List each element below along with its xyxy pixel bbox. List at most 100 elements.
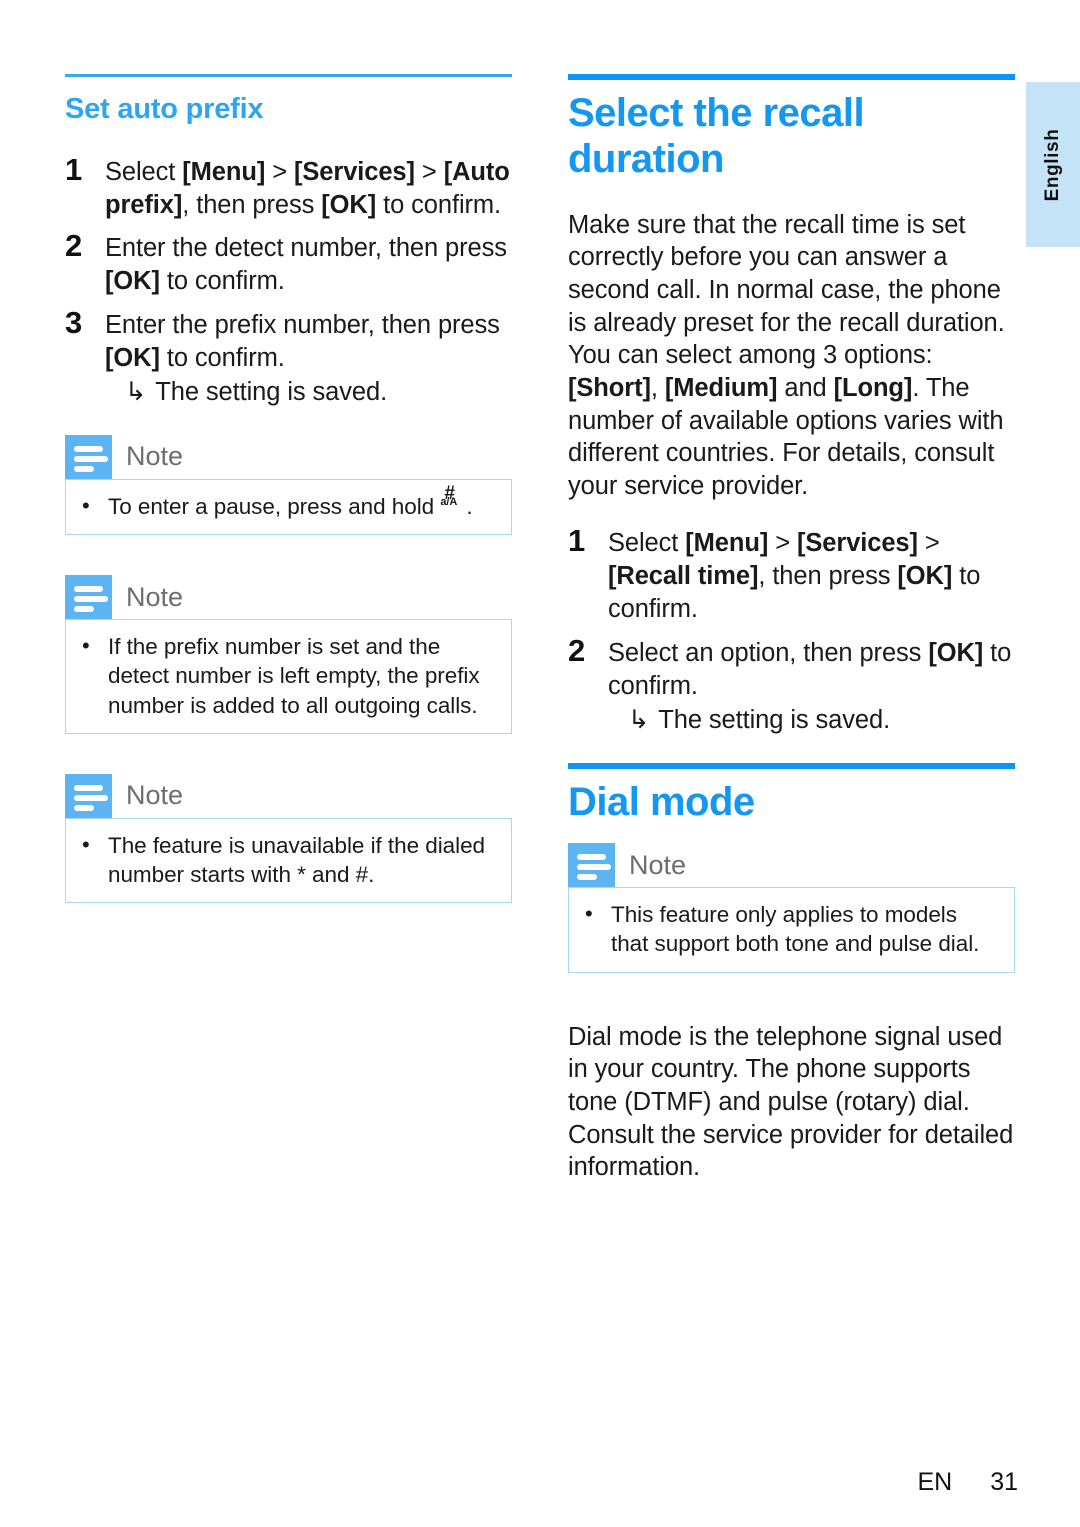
step-part-bold: [OK] — [321, 190, 377, 219]
step-part: > — [265, 157, 294, 186]
step-number: 1 — [568, 523, 586, 559]
note-item: • The feature is unavailable if the dial… — [82, 831, 495, 890]
step-item: 1 Select [Menu] > [Services] > [Auto pre… — [65, 151, 512, 222]
page-footer: EN 31 — [0, 1468, 1080, 1497]
case-toggle-label: a/A — [440, 495, 458, 508]
note-text: The feature is unavailable if the dialed… — [108, 832, 485, 888]
step-text: Select [Menu] > [Services] > [Recall tim… — [608, 524, 1015, 626]
note-item: • To enter a pause, press and hold # a/A. — [82, 484, 495, 521]
para-part-bold: [Long] — [833, 373, 913, 402]
note-body: • The feature is unavailable if the dial… — [65, 817, 512, 904]
note-title: Note — [126, 780, 184, 811]
step-number: 2 — [65, 228, 83, 264]
footer-page-number: 31 — [990, 1468, 1018, 1496]
note-header: Note — [65, 434, 512, 479]
step-part-bold: [Services] — [797, 529, 918, 558]
step-text: Enter the detect number, then press [OK]… — [105, 229, 512, 298]
para-part-bold: [Short] — [568, 373, 651, 402]
note-icon-bar — [74, 586, 103, 593]
para-part: and — [777, 373, 834, 402]
step-part: > — [768, 529, 797, 558]
language-side-tab: English — [1026, 82, 1080, 247]
note-text: To enter a pause, press and hold # a/A. — [108, 484, 495, 521]
note-body: • If the prefix number is set and the de… — [65, 619, 512, 734]
note-body: • To enter a pause, press and hold # a/A. — [65, 478, 512, 536]
para-part-bold: [Medium] — [664, 373, 778, 402]
note-icon-bar — [74, 794, 108, 801]
subheading-set-auto-prefix: Set auto prefix — [65, 93, 264, 125]
note-body: • This feature only applies to models th… — [568, 887, 1015, 973]
para-part: , — [650, 373, 665, 402]
step-number: 1 — [65, 151, 83, 187]
document-page: English Set auto prefix 1 Select [Menu] … — [0, 0, 1080, 1527]
step-part: Select — [608, 529, 686, 558]
note-box: Note • To enter a pause, press and hold … — [65, 434, 512, 536]
step-part: Select an option, then press — [608, 639, 929, 668]
step-part-bold: [OK] — [928, 639, 984, 668]
note-icon-bar — [74, 804, 94, 811]
step-item: 2 Enter the detect number, then press [O… — [65, 229, 512, 298]
step-part-bold: [Recall time] — [608, 562, 759, 591]
note-icon-bar — [74, 606, 94, 613]
note-icon-bar — [74, 784, 103, 791]
heading-select-the-recall-duration: Select the recall duration — [568, 91, 865, 182]
step-part: Select — [105, 157, 183, 186]
note-title: Note — [629, 849, 687, 880]
section-rule — [568, 762, 1015, 769]
note-icon-bar — [577, 854, 606, 861]
subsection-rule — [65, 74, 512, 77]
step-part: Enter the detect number, then press — [105, 234, 507, 263]
step-part: Enter the prefix number, then press — [105, 311, 500, 340]
section-rule — [568, 74, 1015, 80]
left-steps-list: 1 Select [Menu] > [Services] > [Auto pre… — [65, 151, 512, 409]
step-number: 3 — [65, 305, 83, 341]
language-tab-label: English — [1042, 128, 1063, 201]
note-title: Note — [126, 581, 184, 612]
step-part: > — [917, 529, 940, 558]
note-header: Note — [65, 575, 512, 620]
note-icon-bar — [74, 455, 108, 462]
step-part: to confirm. — [376, 190, 502, 219]
note-icon-bar — [577, 874, 597, 881]
note-icon — [65, 434, 112, 479]
step-part-bold: [OK] — [105, 344, 160, 373]
step-part-bold: [Menu] — [182, 157, 266, 186]
note-icon-bar — [74, 445, 103, 452]
step-part: to confirm. — [159, 267, 285, 296]
note-icon — [568, 843, 615, 888]
note-header: Note — [65, 773, 512, 818]
note-icon-bar — [577, 864, 611, 871]
note-icon — [65, 773, 112, 818]
footer-language-code: EN — [917, 1468, 953, 1496]
bullet-icon: • — [585, 901, 593, 927]
left-column: Set auto prefix 1 Select [Menu] > [Servi… — [65, 74, 512, 943]
recall-duration-paragraph: Make sure that the recall time is set co… — [568, 209, 1015, 503]
result-arrow-icon: ↳ — [628, 705, 650, 734]
result-text: The setting is saved. — [155, 377, 388, 406]
hash-key-icon: # a/A — [440, 484, 466, 514]
note-box: Note • The feature is unavailable if the… — [65, 773, 512, 904]
note-icon-bar — [74, 465, 94, 472]
note-icon — [65, 575, 112, 620]
note-text: This feature only applies to models that… — [611, 902, 980, 957]
note-box: Note • If the prefix number is set and t… — [65, 575, 512, 734]
step-part-bold: [OK] — [897, 562, 953, 591]
note-item: • This feature only applies to models th… — [585, 900, 998, 959]
bullet-icon: • — [82, 831, 90, 857]
note-box: Note • This feature only applies to mode… — [568, 843, 1015, 973]
note-header: Note — [568, 843, 1015, 888]
note-title: Note — [126, 441, 184, 472]
right-column: Select the recall duration Make sure tha… — [568, 74, 1015, 1206]
step-part-bold: [Menu] — [685, 529, 769, 558]
note-icon-bar — [74, 596, 108, 603]
step-item: 1 Select [Menu] > [Services] > [Recall t… — [568, 524, 1015, 626]
step-text: Enter the prefix number, then press [OK]… — [105, 306, 512, 409]
bullet-icon: • — [82, 492, 90, 518]
step-item: 3 Enter the prefix number, then press [O… — [65, 306, 512, 409]
step-text: Select an option, then press [OK] to con… — [608, 634, 1015, 737]
right-steps-list: 1 Select [Menu] > [Services] > [Recall t… — [568, 524, 1015, 736]
result-text: The setting is saved. — [658, 705, 891, 734]
bullet-icon: • — [82, 633, 90, 659]
note-item: • If the prefix number is set and the de… — [82, 632, 495, 720]
step-text: Select [Menu] > [Services] > [Auto prefi… — [105, 153, 512, 222]
